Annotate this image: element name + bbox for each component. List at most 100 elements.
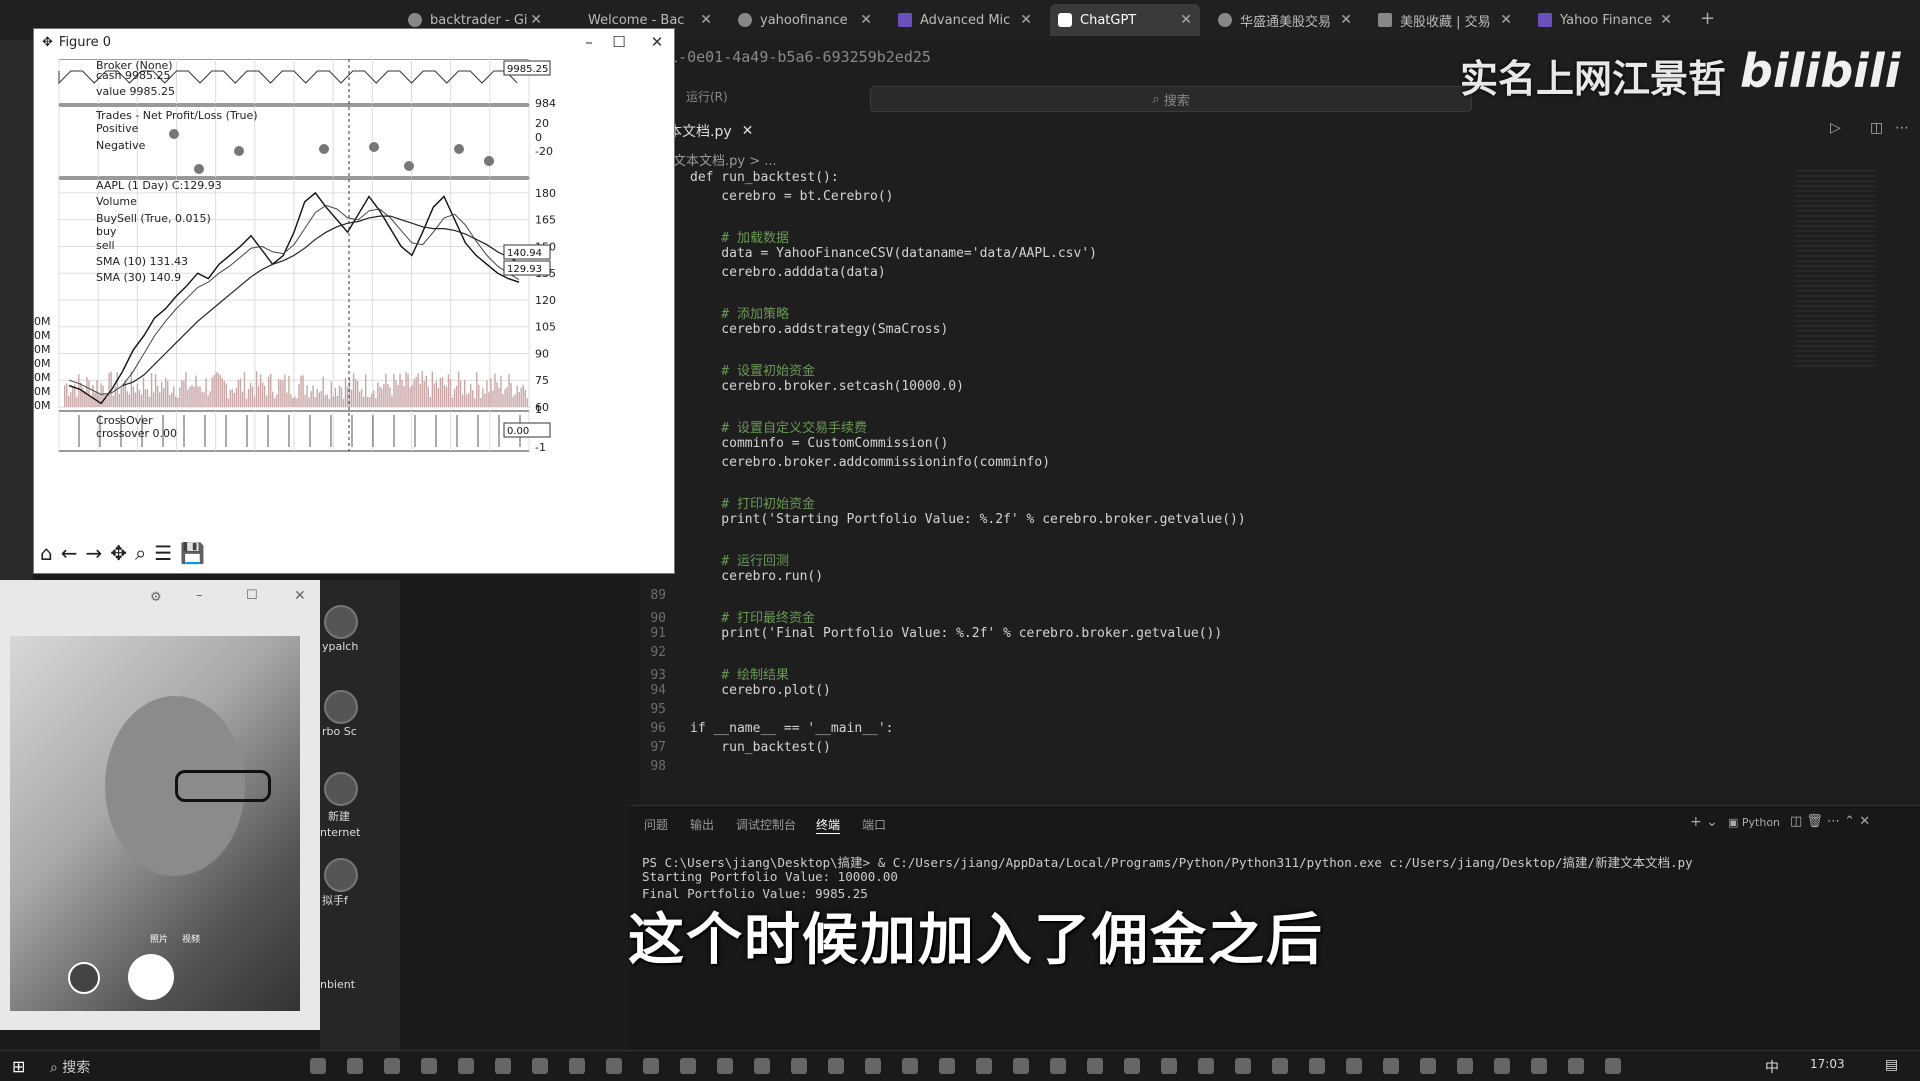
taskbar-app-icon[interactable] <box>347 1058 363 1074</box>
close-icon[interactable]: ✕ <box>700 12 712 28</box>
desktop-icon-label[interactable]: 新建 <box>328 808 350 824</box>
run-icon[interactable]: ▷ <box>1830 120 1841 136</box>
code-line[interactable]: 89 <box>640 588 690 607</box>
taskbar-app-icon[interactable] <box>680 1058 696 1074</box>
run-menu[interactable]: 运行(R) <box>686 88 728 105</box>
photo-label[interactable]: 照片 <box>150 932 168 945</box>
taskbar-app-icon[interactable] <box>717 1058 733 1074</box>
taskbar-app-icon[interactable] <box>606 1058 622 1074</box>
code-line[interactable]: 97 run_backtest() <box>640 740 831 759</box>
code-line[interactable]: 90 # 打印最终资金 <box>640 607 815 626</box>
clock[interactable]: 17:03 <box>1810 1057 1845 1071</box>
taskbar-app-icon[interactable] <box>1013 1058 1029 1074</box>
taskbar-app-icon[interactable] <box>421 1058 437 1074</box>
minimap[interactable] <box>1795 170 1875 370</box>
browser-tab[interactable]: yahoofinance ✕ <box>730 4 880 36</box>
taskbar-app-icon[interactable] <box>458 1058 474 1074</box>
code-line[interactable]: 92 <box>640 645 690 664</box>
taskbar-app-icon[interactable] <box>754 1058 770 1074</box>
code-line[interactable]: cerebro.broker.setcash(10000.0) <box>640 379 964 398</box>
code-line[interactable]: data = YahooFinanceCSV(dataname='data/AA… <box>640 246 1097 265</box>
close-icon[interactable]: ✕ <box>1340 12 1352 28</box>
code-line[interactable]: cerebro = bt.Cerebro() <box>640 189 893 208</box>
taskbar-app-icon[interactable] <box>976 1058 992 1074</box>
forward-icon[interactable]: → <box>85 541 102 565</box>
browser-tab[interactable]: Yahoo Finance ✕ <box>1530 4 1680 36</box>
home-icon[interactable]: ⌂ <box>40 541 53 565</box>
taskbar-app-icon[interactable] <box>1383 1058 1399 1074</box>
gallery-thumbnail[interactable] <box>68 962 100 994</box>
taskbar-app-icon[interactable] <box>939 1058 955 1074</box>
taskbar-app-icon[interactable] <box>1605 1058 1621 1074</box>
close-icon[interactable]: ✕ <box>860 12 872 28</box>
pan-icon[interactable]: ✥ <box>110 541 127 565</box>
windows-start-icon[interactable]: ⊞ <box>12 1057 25 1076</box>
desktop-icon-label[interactable]: 拟手f <box>322 892 348 908</box>
code-line[interactable]: cerebro.broker.addcommissioninfo(comminf… <box>640 455 1050 474</box>
code-line[interactable]: print('Starting Portfolio Value: %.2f' %… <box>640 512 1245 531</box>
backtest-plot[interactable]: 180165150135120105907560Broker (None)cas… <box>34 59 634 515</box>
close-button[interactable]: ✕ <box>642 31 672 53</box>
code-line[interactable]: 93 # 绘制结果 <box>640 664 789 683</box>
app-icon[interactable] <box>324 858 358 892</box>
shutter-button[interactable] <box>128 954 174 1000</box>
taskbar-app-icon[interactable] <box>1420 1058 1436 1074</box>
tab-problems[interactable]: 问题 <box>644 816 668 833</box>
figure-titlebar[interactable]: ✥ Figure 0 – ☐ ✕ <box>34 29 674 55</box>
close-icon[interactable]: ✕ <box>1020 12 1032 28</box>
taskbar-app-icon[interactable] <box>865 1058 881 1074</box>
taskbar-app-icon[interactable] <box>495 1058 511 1074</box>
code-line[interactable]: 91 print('Final Portfolio Value: %.2f' %… <box>640 626 1222 645</box>
panel-actions[interactable]: ◫ 🗑 ⋯ ⌃ ✕ <box>1790 814 1870 829</box>
video-label[interactable]: 视频 <box>182 932 200 945</box>
tab-debug-console[interactable]: 调试控制台 <box>736 816 796 833</box>
taskbar-app-icon[interactable] <box>1087 1058 1103 1074</box>
taskbar-app-icon[interactable] <box>1568 1058 1584 1074</box>
taskbar-app-icon[interactable] <box>310 1058 326 1074</box>
taskbar-app-icon[interactable] <box>1050 1058 1066 1074</box>
notification-icon[interactable]: ▤ <box>1885 1057 1898 1073</box>
desktop-icon-label[interactable]: rbo Sc <box>322 725 357 738</box>
browser-tab[interactable]: 华盛通美股交易 ✕ <box>1210 4 1360 36</box>
close-icon[interactable]: ✕ <box>1500 12 1512 28</box>
close-icon[interactable]: ✕ <box>1660 12 1672 28</box>
taskbar-app-icon[interactable] <box>828 1058 844 1074</box>
app-icon[interactable] <box>324 772 358 806</box>
configure-icon[interactable]: ☰ <box>154 541 172 565</box>
command-search-input[interactable]: ⌕ 搜索 <box>870 86 1472 112</box>
close-icon[interactable]: ✕ <box>742 123 754 139</box>
close-icon[interactable]: ✕ <box>530 12 542 28</box>
minimize-button[interactable]: – <box>574 31 604 53</box>
save-icon[interactable]: 💾 <box>180 541 205 565</box>
ime-indicator[interactable]: 中 <box>1765 1057 1779 1077</box>
maximize-button[interactable]: ☐ <box>604 31 634 53</box>
taskbar-app-icon[interactable] <box>1309 1058 1325 1074</box>
settings-icon[interactable]: ⚙ <box>150 590 162 605</box>
taskbar-app-icon[interactable] <box>1198 1058 1214 1074</box>
code-line[interactable]: 98 <box>640 759 690 778</box>
browser-tab[interactable]: Advanced Mic ✕ <box>890 4 1040 36</box>
browser-tab[interactable]: 美股收藏 | 交易 ✕ <box>1370 4 1520 36</box>
code-line[interactable]: comminfo = CustomCommission() <box>640 436 948 455</box>
desktop-icon-label[interactable]: nternet <box>320 826 360 839</box>
code-line[interactable]: cerebro.adddata(data) <box>640 265 885 284</box>
taskbar-app-icon[interactable] <box>902 1058 918 1074</box>
taskbar-app-icon[interactable] <box>791 1058 807 1074</box>
taskbar-app-icon[interactable] <box>1531 1058 1547 1074</box>
app-icon[interactable] <box>324 605 358 639</box>
taskbar-app-icon[interactable] <box>1457 1058 1473 1074</box>
desktop-icon-label[interactable]: nbient <box>320 978 355 991</box>
desktop-icon-label[interactable]: ypalch <box>322 640 358 653</box>
tab-terminal[interactable]: 终端 <box>816 816 841 834</box>
app-icon[interactable] <box>324 690 358 724</box>
breadcrumb[interactable]: 建文本文档.py > ... <box>660 150 777 169</box>
code-line[interactable]: cerebro.addstrategy(SmaCross) <box>640 322 948 341</box>
split-editor-icon[interactable]: ◫ <box>1870 120 1883 136</box>
taskbar-app-icon[interactable] <box>1494 1058 1510 1074</box>
taskbar-app-icon[interactable] <box>569 1058 585 1074</box>
taskbar-app-icon[interactable] <box>532 1058 548 1074</box>
tab-output[interactable]: 输出 <box>690 816 714 833</box>
zoom-icon[interactable]: ⌕ <box>135 541 146 565</box>
more-icon[interactable]: ⋯ <box>1895 120 1909 136</box>
taskbar-app-icon[interactable] <box>1272 1058 1288 1074</box>
